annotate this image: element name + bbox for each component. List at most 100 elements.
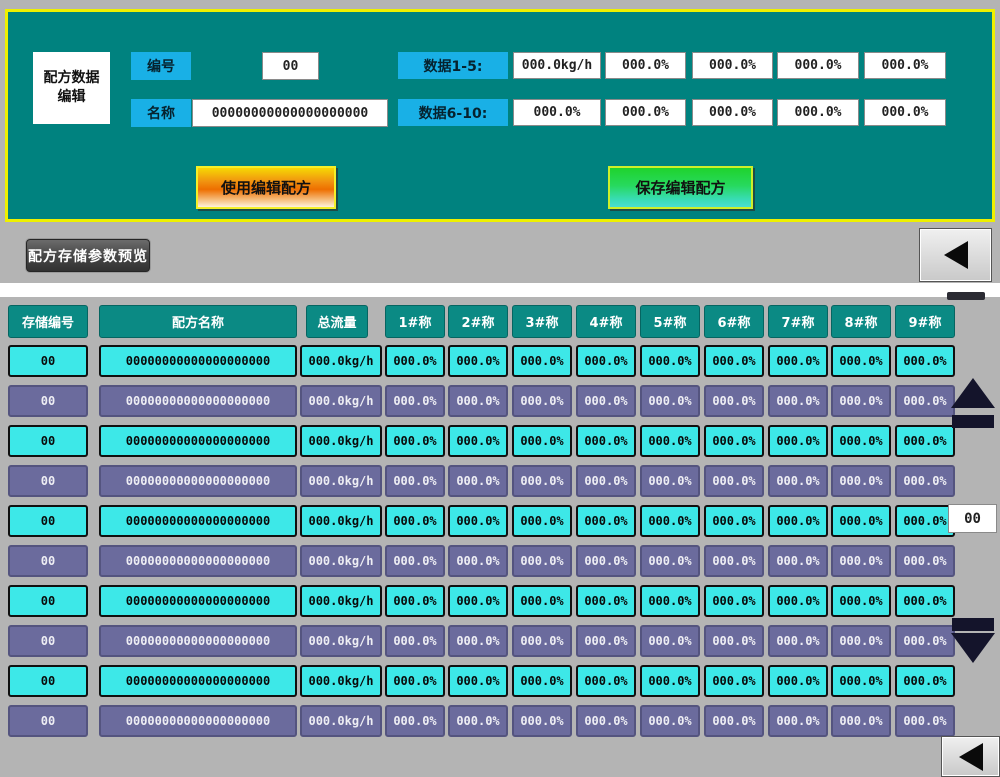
cell-scale-4[interactable]: 000.0% [576, 585, 636, 617]
cell-scale-4[interactable]: 000.0% [576, 545, 636, 577]
cell-scale-2[interactable]: 000.0% [448, 425, 508, 457]
cell-scale-8[interactable]: 000.0% [831, 465, 891, 497]
cell-scale-5[interactable]: 000.0% [640, 705, 700, 737]
cell-scale-7[interactable]: 000.0% [768, 625, 828, 657]
cell-scale-2[interactable]: 000.0% [448, 665, 508, 697]
cell-scale-2[interactable]: 000.0% [448, 545, 508, 577]
cell-scale-7[interactable]: 000.0% [768, 585, 828, 617]
cell-total-flow[interactable]: 000.0kg/h [300, 345, 382, 377]
cell-scale-5[interactable]: 000.0% [640, 345, 700, 377]
scroll-up-icon[interactable] [951, 378, 995, 408]
cell-scale-7[interactable]: 000.0% [768, 705, 828, 737]
cell-scale-3[interactable]: 000.0% [512, 465, 572, 497]
cell-recipe-name[interactable]: 00000000000000000000 [99, 545, 297, 577]
cell-scale-6[interactable]: 000.0% [704, 345, 764, 377]
cell-scale-4[interactable]: 000.0% [576, 665, 636, 697]
cell-scale-7[interactable]: 000.0% [768, 425, 828, 457]
cell-storage-no[interactable]: 00 [8, 705, 88, 737]
cell-scale-6[interactable]: 000.0% [704, 425, 764, 457]
cell-total-flow[interactable]: 000.0kg/h [300, 505, 382, 537]
cell-scale-2[interactable]: 000.0% [448, 585, 508, 617]
cell-scale-5[interactable]: 000.0% [640, 425, 700, 457]
cell-scale-3[interactable]: 000.0% [512, 705, 572, 737]
cell-scale-9[interactable]: 000.0% [895, 625, 955, 657]
cell-recipe-name[interactable]: 00000000000000000000 [99, 705, 297, 737]
scroll-up-bar[interactable] [952, 415, 994, 428]
data-field-4[interactable]: 000.0% [777, 52, 859, 79]
cell-scale-3[interactable]: 000.0% [512, 625, 572, 657]
cell-scale-6[interactable]: 000.0% [704, 385, 764, 417]
cell-scale-6[interactable]: 000.0% [704, 505, 764, 537]
save-edited-recipe-button[interactable]: 保存编辑配方 [608, 166, 753, 209]
cell-scale-9[interactable]: 000.0% [895, 705, 955, 737]
cell-scale-8[interactable]: 000.0% [831, 505, 891, 537]
cell-scale-2[interactable]: 000.0% [448, 505, 508, 537]
cell-scale-3[interactable]: 000.0% [512, 385, 572, 417]
cell-scale-5[interactable]: 000.0% [640, 545, 700, 577]
cell-storage-no[interactable]: 00 [8, 625, 88, 657]
data-field-b-2[interactable]: 000.0% [605, 99, 686, 126]
cell-scale-1[interactable]: 000.0% [385, 545, 445, 577]
cell-scale-9[interactable]: 000.0% [895, 385, 955, 417]
cell-scale-9[interactable]: 000.0% [895, 425, 955, 457]
scroll-down-icon[interactable] [951, 633, 995, 663]
cell-scale-2[interactable]: 000.0% [448, 345, 508, 377]
number-field[interactable]: 00 [262, 52, 319, 80]
cell-scale-1[interactable]: 000.0% [385, 585, 445, 617]
cell-scale-7[interactable]: 000.0% [768, 545, 828, 577]
cell-storage-no[interactable]: 00 [8, 425, 88, 457]
data-field-b-5[interactable]: 000.0% [864, 99, 946, 126]
cell-scale-4[interactable]: 000.0% [576, 705, 636, 737]
back-button-top[interactable] [919, 228, 992, 282]
cell-scale-1[interactable]: 000.0% [385, 425, 445, 457]
cell-scale-5[interactable]: 000.0% [640, 465, 700, 497]
cell-scale-1[interactable]: 000.0% [385, 625, 445, 657]
cell-scale-8[interactable]: 000.0% [831, 625, 891, 657]
cell-total-flow[interactable]: 000.0kg/h [300, 465, 382, 497]
cell-scale-5[interactable]: 000.0% [640, 385, 700, 417]
cell-scale-4[interactable]: 000.0% [576, 465, 636, 497]
cell-scale-4[interactable]: 000.0% [576, 385, 636, 417]
cell-storage-no[interactable]: 00 [8, 465, 88, 497]
cell-scale-9[interactable]: 000.0% [895, 545, 955, 577]
cell-recipe-name[interactable]: 00000000000000000000 [99, 625, 297, 657]
cell-scale-9[interactable]: 000.0% [895, 465, 955, 497]
cell-total-flow[interactable]: 000.0kg/h [300, 425, 382, 457]
cell-storage-no[interactable]: 00 [8, 345, 88, 377]
cell-scale-8[interactable]: 000.0% [831, 345, 891, 377]
cell-scale-2[interactable]: 000.0% [448, 625, 508, 657]
cell-total-flow[interactable]: 000.0kg/h [300, 585, 382, 617]
cell-scale-7[interactable]: 000.0% [768, 465, 828, 497]
cell-scale-3[interactable]: 000.0% [512, 545, 572, 577]
cell-scale-9[interactable]: 000.0% [895, 585, 955, 617]
cell-scale-3[interactable]: 000.0% [512, 585, 572, 617]
cell-scale-2[interactable]: 000.0% [448, 705, 508, 737]
cell-recipe-name[interactable]: 00000000000000000000 [99, 505, 297, 537]
cell-scale-6[interactable]: 000.0% [704, 465, 764, 497]
cell-recipe-name[interactable]: 00000000000000000000 [99, 465, 297, 497]
cell-total-flow[interactable]: 000.0kg/h [300, 705, 382, 737]
cell-scale-4[interactable]: 000.0% [576, 505, 636, 537]
cell-scale-6[interactable]: 000.0% [704, 625, 764, 657]
cell-scale-8[interactable]: 000.0% [831, 665, 891, 697]
cell-scale-9[interactable]: 000.0% [895, 665, 955, 697]
page-number-field[interactable]: 00 [948, 504, 997, 533]
scroll-down-bar[interactable] [952, 618, 994, 631]
cell-recipe-name[interactable]: 00000000000000000000 [99, 425, 297, 457]
cell-total-flow[interactable]: 000.0kg/h [300, 385, 382, 417]
cell-scale-9[interactable]: 000.0% [895, 505, 955, 537]
cell-recipe-name[interactable]: 00000000000000000000 [99, 585, 297, 617]
cell-scale-8[interactable]: 000.0% [831, 705, 891, 737]
cell-storage-no[interactable]: 00 [8, 545, 88, 577]
cell-scale-3[interactable]: 000.0% [512, 665, 572, 697]
cell-recipe-name[interactable]: 00000000000000000000 [99, 345, 297, 377]
cell-scale-5[interactable]: 000.0% [640, 585, 700, 617]
cell-storage-no[interactable]: 00 [8, 665, 88, 697]
cell-scale-3[interactable]: 000.0% [512, 345, 572, 377]
cell-scale-8[interactable]: 000.0% [831, 585, 891, 617]
cell-scale-5[interactable]: 000.0% [640, 505, 700, 537]
cell-scale-6[interactable]: 000.0% [704, 545, 764, 577]
cell-scale-8[interactable]: 000.0% [831, 385, 891, 417]
recipe-storage-preview-button[interactable]: 配方存储参数预览 [25, 238, 151, 273]
cell-scale-8[interactable]: 000.0% [831, 545, 891, 577]
